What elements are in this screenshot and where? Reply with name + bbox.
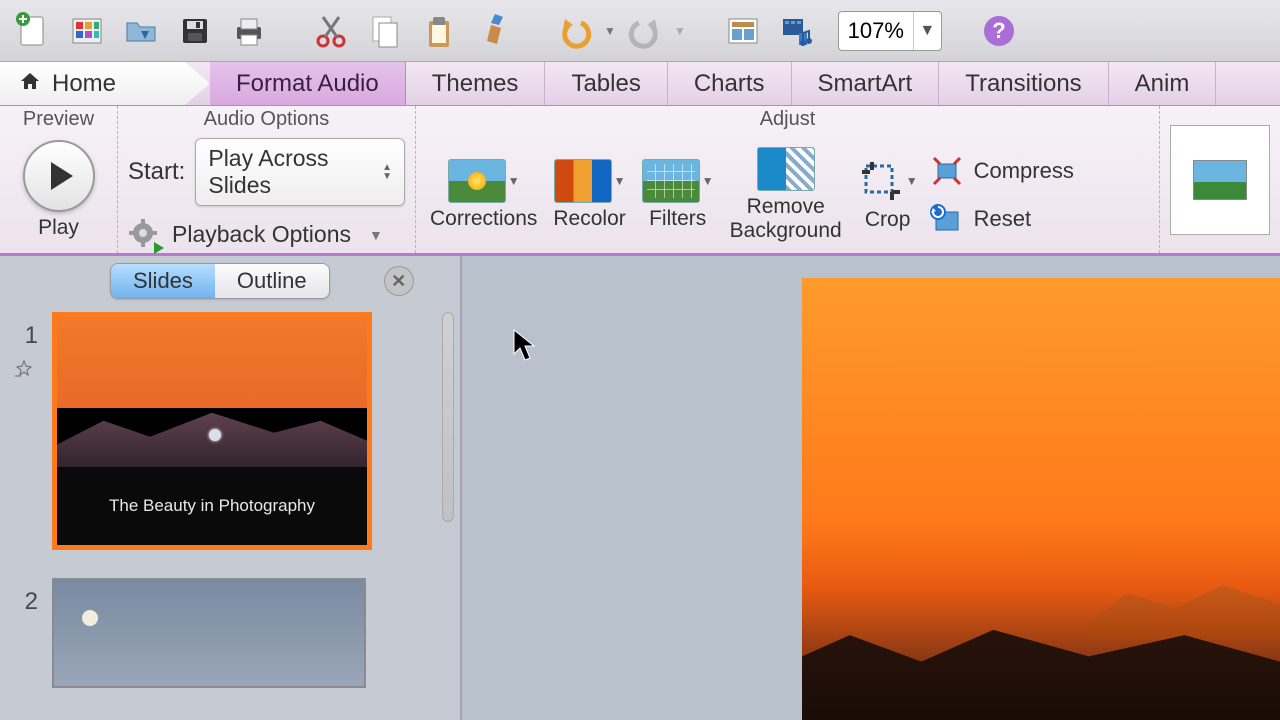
ribbon-group-styles bbox=[1160, 106, 1280, 253]
playback-options-button[interactable]: Playback Options ▼ bbox=[128, 218, 405, 252]
paste-icon[interactable] bbox=[414, 7, 464, 55]
ribbon-group-adjust: Adjust ▼ Corrections ▼ Recolor ▼ Filters… bbox=[416, 106, 1160, 253]
tab-home-label: Home bbox=[52, 70, 116, 98]
ribbon-group-preview: Preview Play bbox=[0, 106, 118, 253]
playback-label: Playback Options bbox=[172, 221, 351, 248]
slide-layout-icon[interactable] bbox=[718, 7, 768, 55]
gear-play-icon bbox=[128, 218, 162, 252]
redo-dropdown-arrow: ▼ bbox=[674, 24, 686, 38]
gallery-icon[interactable] bbox=[62, 7, 112, 55]
chevron-down-icon: ▼ bbox=[614, 174, 626, 188]
animation-badge-icon bbox=[14, 360, 38, 385]
slide-1-title: The Beauty in Photography bbox=[109, 496, 315, 516]
slide-canvas[interactable] bbox=[462, 256, 1280, 720]
remove-background-button[interactable]: Remove Background bbox=[726, 147, 846, 241]
filters-button[interactable]: ▼ Filters bbox=[638, 159, 718, 230]
chevron-down-icon: ▼ bbox=[508, 174, 520, 188]
group-title-adjust: Adjust bbox=[426, 108, 1149, 136]
ribbon: Preview Play Audio Options Start: Play A… bbox=[0, 106, 1280, 256]
format-painter-icon[interactable] bbox=[468, 7, 518, 55]
corrections-button[interactable]: ▼ Corrections bbox=[426, 159, 541, 230]
crop-button[interactable]: ▼ Crop bbox=[854, 158, 922, 231]
tab-format-audio[interactable]: Format Audio bbox=[210, 62, 406, 105]
copy-icon[interactable] bbox=[360, 7, 410, 55]
group-title-preview: Preview bbox=[10, 108, 107, 136]
tab-charts[interactable]: Charts bbox=[668, 62, 792, 105]
tab-animations[interactable]: Anim bbox=[1109, 62, 1217, 105]
tab-home[interactable]: Home bbox=[0, 62, 210, 105]
ribbon-group-audio-options: Audio Options Start: Play Across Slides … bbox=[118, 106, 416, 253]
compress-button[interactable]: Compress bbox=[930, 154, 1074, 188]
cursor-icon bbox=[512, 328, 538, 371]
picture-style-icon bbox=[1193, 160, 1247, 200]
tab-themes[interactable]: Themes bbox=[406, 62, 546, 105]
start-label: Start: bbox=[128, 158, 185, 186]
play-label: Play bbox=[10, 216, 107, 240]
tab-smartart[interactable]: SmartArt bbox=[792, 62, 940, 105]
corrections-icon bbox=[448, 159, 506, 203]
slides-tab[interactable]: Slides bbox=[111, 264, 215, 298]
start-select[interactable]: Play Across Slides ▲▼ bbox=[195, 138, 405, 206]
svg-text:?: ? bbox=[992, 18, 1005, 43]
start-value: Play Across Slides bbox=[208, 145, 374, 199]
chevron-down-icon: ▼ bbox=[702, 174, 714, 188]
recolor-icon bbox=[554, 159, 612, 203]
zoom-dropdown-arrow[interactable]: ▼ bbox=[913, 12, 941, 50]
open-icon[interactable] bbox=[116, 7, 166, 55]
crop-icon bbox=[858, 158, 904, 204]
undo-dropdown-arrow[interactable]: ▼ bbox=[604, 24, 616, 38]
undo-icon[interactable] bbox=[550, 7, 600, 55]
tab-active-label: Format Audio bbox=[236, 70, 379, 98]
recolor-button[interactable]: ▼ Recolor bbox=[549, 159, 629, 230]
outline-tab[interactable]: Outline bbox=[215, 264, 329, 298]
chevron-down-icon: ▼ bbox=[369, 227, 383, 243]
standard-toolbar: ▼ ▼ ▼ ? bbox=[0, 0, 1280, 62]
reset-icon bbox=[930, 202, 964, 236]
panel-tab-segment: Slides Outline bbox=[110, 263, 330, 299]
stepper-icon: ▲▼ bbox=[382, 163, 392, 181]
tab-transitions[interactable]: Transitions bbox=[939, 62, 1108, 105]
slides-panel: Slides Outline ✕ 1 The Beauty in Photogr… bbox=[0, 256, 462, 720]
close-panel-button[interactable]: ✕ bbox=[384, 266, 414, 296]
filters-icon bbox=[642, 159, 700, 203]
audio-icon bbox=[209, 429, 221, 441]
zoom-input[interactable] bbox=[839, 18, 913, 44]
play-icon bbox=[51, 162, 73, 190]
home-icon bbox=[18, 69, 42, 99]
tab-tables[interactable]: Tables bbox=[545, 62, 667, 105]
media-icon[interactable] bbox=[772, 7, 822, 55]
scrollbar[interactable] bbox=[442, 312, 454, 522]
redo-icon bbox=[620, 7, 670, 55]
cut-icon[interactable] bbox=[306, 7, 356, 55]
chevron-down-icon: ▼ bbox=[906, 174, 918, 188]
reset-button[interactable]: Reset bbox=[930, 202, 1074, 236]
ribbon-tabs: Home Format Audio Themes Tables Charts S… bbox=[0, 62, 1280, 106]
compress-icon bbox=[930, 154, 964, 188]
group-title-audio-options: Audio Options bbox=[128, 108, 405, 136]
remove-background-icon bbox=[757, 147, 815, 191]
print-icon[interactable] bbox=[224, 7, 274, 55]
slide-thumbnail-2[interactable] bbox=[52, 578, 366, 688]
slide-image[interactable] bbox=[802, 278, 1280, 720]
play-button[interactable] bbox=[23, 140, 95, 212]
slide-thumbnail-1[interactable]: The Beauty in Photography bbox=[52, 312, 372, 550]
workspace: Slides Outline ✕ 1 The Beauty in Photogr… bbox=[0, 256, 1280, 720]
help-icon[interactable]: ? bbox=[974, 7, 1024, 55]
new-file-icon[interactable] bbox=[8, 7, 58, 55]
slide-number: 2 bbox=[14, 578, 38, 688]
save-icon[interactable] bbox=[170, 7, 220, 55]
zoom-control[interactable]: ▼ bbox=[838, 11, 942, 51]
slide-number: 1 bbox=[14, 312, 38, 350]
picture-style-button[interactable] bbox=[1170, 125, 1270, 235]
